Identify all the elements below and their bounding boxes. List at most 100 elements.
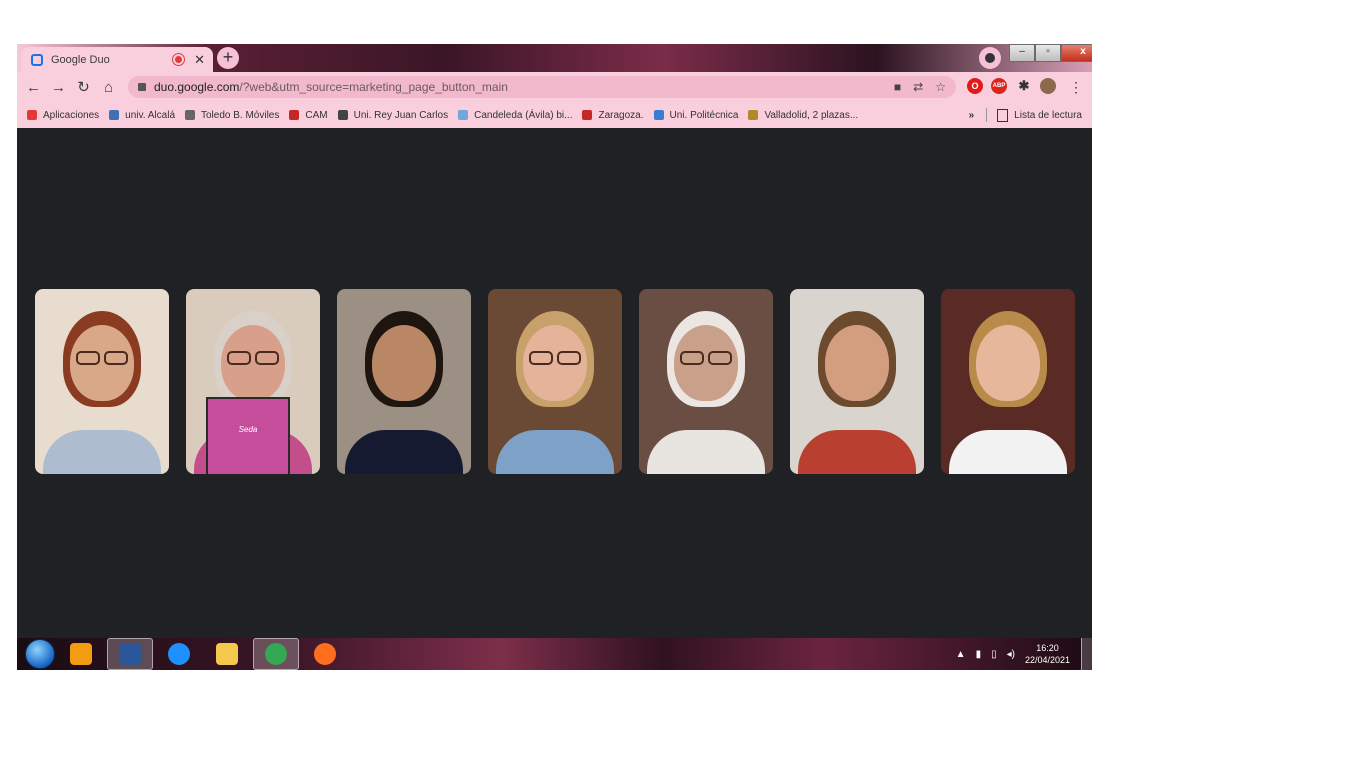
- clock-date: 22/04/2021: [1024, 655, 1070, 665]
- clock[interactable]: 16:20 22/04/2021: [1025, 642, 1070, 666]
- media-player-taskbar-button[interactable]: [59, 639, 103, 669]
- bookmark-label: Zaragoza.: [598, 109, 644, 121]
- bookmark-label: univ. Alcalá: [125, 109, 175, 121]
- forward-arrow-icon[interactable]: →: [46, 79, 71, 96]
- bookmark-item[interactable]: Toledo B. Móviles: [185, 110, 279, 121]
- participant-video-tile[interactable]: [790, 289, 924, 474]
- windows-taskbar: ▲ ▮ ▯ ◂) 16:20 22/04/2021: [17, 638, 1092, 670]
- camera-icon[interactable]: ■: [894, 80, 901, 94]
- participant-video-tile[interactable]: [639, 289, 773, 474]
- close-window-button[interactable]: x: [1061, 44, 1092, 62]
- firefox-taskbar-button[interactable]: [303, 639, 347, 669]
- bookmark-item[interactable]: Uni. Politécnica: [653, 109, 739, 121]
- tab-strip: Google Duo ✕ + – ▫ x: [17, 44, 1092, 72]
- bookmark-item[interactable]: Candeleda (Ávila) bi...: [458, 110, 572, 121]
- participant-face: [976, 325, 1040, 401]
- bookmark-label: Aplicaciones: [43, 109, 100, 121]
- adblock-icon[interactable]: ABP: [991, 78, 1007, 94]
- window-controls: – ▫ x: [1009, 44, 1092, 62]
- bookmarks-overflow-icon[interactable]: »: [969, 110, 975, 121]
- tray-arrow-icon[interactable]: ▲: [956, 649, 966, 660]
- chrome-taskbar-button[interactable]: [253, 638, 299, 670]
- bookmarks-bar: Aplicaciones univ. Alcalá Toledo B. Móvile…: [17, 102, 1092, 128]
- close-tab-icon[interactable]: ✕: [194, 52, 205, 68]
- maximize-button[interactable]: ▫: [1035, 44, 1061, 62]
- puzzle-icon[interactable]: ✱: [1016, 78, 1032, 94]
- bookmark-item[interactable]: Zaragoza.: [582, 109, 644, 121]
- participant-body: [496, 430, 614, 474]
- bookmark-item[interactable]: univ. Alcalá: [109, 110, 175, 121]
- bookmark-label: Uni. Politécnica: [669, 109, 739, 121]
- media-player-icon: [70, 643, 92, 665]
- participant-video-tile[interactable]: [35, 289, 169, 474]
- book-cover: Seda: [206, 397, 290, 474]
- participant-video-tile[interactable]: Seda: [186, 289, 320, 474]
- bookmark-label: Valladolid, 2 plazas...: [764, 109, 859, 121]
- clock-time: 16:20: [1036, 643, 1059, 653]
- profile-icon[interactable]: [979, 47, 1001, 69]
- menu-dots-icon[interactable]: ⋮: [1069, 79, 1083, 96]
- browser-toolbar: ← → ↻ ⌂ duo.google.com/?web&utm_source=m…: [17, 72, 1092, 102]
- star-icon[interactable]: ☆: [935, 80, 946, 94]
- bookmark-item[interactable]: CAM: [289, 109, 328, 121]
- bookmark-label: Uni. Rey Juan Carlos: [353, 109, 449, 121]
- bookmark-item[interactable]: Aplicaciones: [27, 110, 99, 121]
- battery-icon: ▯: [991, 648, 997, 660]
- address-bar[interactable]: duo.google.com/?web&utm_source=marketing…: [128, 76, 956, 98]
- bookmark-icon: [748, 110, 759, 120]
- duo-call-area: Seda: [17, 128, 1092, 638]
- tab-title: Google Duo: [51, 53, 110, 66]
- glasses-icon: [227, 351, 251, 365]
- bookmark-icon: [27, 110, 37, 120]
- word-taskbar-button[interactable]: [107, 638, 153, 670]
- back-arrow-icon[interactable]: ←: [21, 79, 46, 96]
- bookmark-icon: [289, 110, 300, 120]
- glasses-icon: [255, 351, 279, 365]
- bookmark-label: Candeleda (Ávila) bi...: [474, 109, 573, 121]
- minimize-button[interactable]: –: [1009, 44, 1035, 62]
- url-text: duo.google.com/?web&utm_source=marketing…: [154, 80, 508, 94]
- volume-icon[interactable]: ◂): [1007, 649, 1015, 660]
- file-explorer-taskbar-button[interactable]: [205, 639, 249, 669]
- glasses-icon: [76, 351, 100, 365]
- lock-icon: [138, 83, 146, 91]
- bookmark-label: CAM: [305, 109, 328, 121]
- participant-video-tile[interactable]: [488, 289, 622, 474]
- file-explorer-icon: [216, 643, 238, 665]
- bookmark-item[interactable]: Valladolid, 2 plazas...: [748, 110, 858, 121]
- participant-video-tile[interactable]: [941, 289, 1075, 474]
- start-button[interactable]: [25, 639, 55, 669]
- translate-icon[interactable]: ⇄: [913, 80, 923, 94]
- glasses-icon: [557, 351, 581, 365]
- participant-body: [647, 430, 765, 474]
- reading-list-button[interactable]: Lista de lectura: [1014, 110, 1082, 121]
- tab-google-duo[interactable]: Google Duo ✕: [21, 47, 213, 72]
- bookmark-item[interactable]: Uni. Rey Juan Carlos: [337, 109, 449, 121]
- new-tab-button[interactable]: +: [217, 47, 239, 69]
- signal-icon: ▮: [975, 648, 982, 660]
- home-icon[interactable]: ⌂: [96, 79, 121, 96]
- participant-video-tile[interactable]: [337, 289, 471, 474]
- internet-explorer-icon: [168, 643, 190, 665]
- bookmark-icon: [185, 110, 195, 120]
- recording-icon: [175, 56, 183, 63]
- glasses-icon: [708, 351, 732, 365]
- participant-body: [43, 430, 161, 474]
- internet-explorer-taskbar-button[interactable]: [157, 639, 201, 669]
- bookmark-icon: [653, 110, 664, 120]
- show-desktop-button[interactable]: [1081, 638, 1092, 670]
- bookmark-icon: [458, 110, 469, 120]
- participant-body: [798, 430, 916, 474]
- opera-icon[interactable]: O: [967, 78, 983, 94]
- bookmark-icon: [109, 110, 120, 120]
- participant-grid: Seda: [35, 289, 1075, 474]
- reload-icon[interactable]: ↻: [71, 78, 96, 96]
- reading-list-icon: [997, 108, 1009, 122]
- system-tray: ▲ ▮ ▯ ◂) 16:20 22/04/2021: [956, 642, 1070, 666]
- avatar[interactable]: [1040, 78, 1056, 94]
- firefox-icon: [314, 643, 336, 665]
- participant-face: [825, 325, 889, 401]
- glasses-icon: [529, 351, 553, 365]
- participant-face: [372, 325, 436, 401]
- participant-body: [345, 430, 463, 474]
